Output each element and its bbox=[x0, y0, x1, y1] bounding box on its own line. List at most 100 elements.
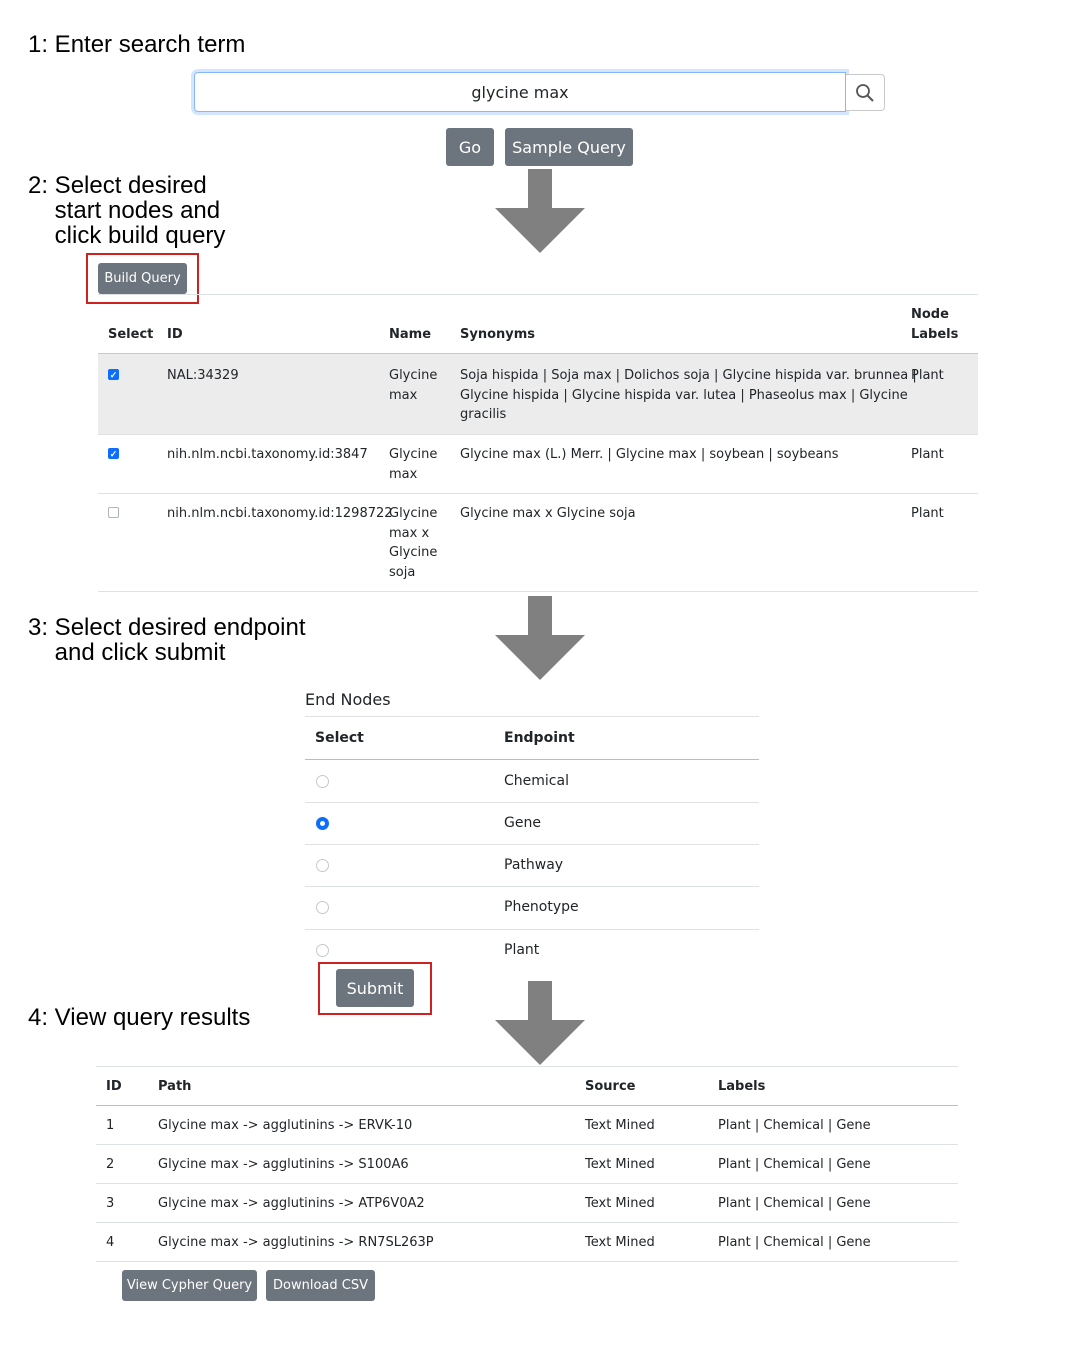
row-divider bbox=[305, 929, 759, 930]
result-path: Glycine max -> agglutinins -> ERVK-10 bbox=[158, 1118, 413, 1133]
results-header-divider bbox=[96, 1105, 958, 1106]
step-3-label: 3: Select desired endpoint and click sub… bbox=[28, 614, 306, 666]
row-name-line: Glycine bbox=[389, 506, 438, 521]
step-2-label: 2: Select desired start nodes and click … bbox=[28, 172, 226, 249]
row-name: Glycine max bbox=[389, 445, 437, 484]
col-header-node-labels-line2: Labels bbox=[911, 326, 959, 342]
row-checkbox[interactable] bbox=[108, 507, 119, 518]
result-id: 2 bbox=[106, 1157, 115, 1172]
row-name-line: max bbox=[389, 466, 418, 482]
go-button[interactable]: Go bbox=[446, 128, 494, 166]
row-divider bbox=[305, 844, 759, 845]
down-arrow-icon bbox=[495, 981, 585, 1065]
endpoint-radio-plant[interactable] bbox=[316, 944, 329, 957]
build-query-button[interactable]: Build Query bbox=[98, 263, 187, 294]
row-name-line: soja bbox=[389, 564, 416, 580]
row-label: Plant bbox=[911, 447, 944, 462]
col-header-id: ID bbox=[167, 327, 183, 342]
row-divider bbox=[98, 493, 978, 494]
results-header-source: Source bbox=[585, 1079, 636, 1094]
row-synonyms-line: gracilis bbox=[460, 407, 507, 422]
search-button[interactable] bbox=[846, 74, 885, 111]
col-header-node-labels: Node Labels bbox=[911, 305, 958, 344]
row-divider bbox=[96, 1261, 958, 1262]
result-path: Glycine max -> agglutinins -> S100A6 bbox=[158, 1157, 409, 1172]
end-nodes-title: End Nodes bbox=[305, 690, 391, 709]
endpoint-label: Gene bbox=[504, 815, 541, 831]
col-header-synonyms: Synonyms bbox=[460, 327, 536, 342]
result-id: 4 bbox=[106, 1235, 115, 1250]
results-header-labels: Labels bbox=[718, 1079, 766, 1094]
row-checkbox[interactable]: ✓ bbox=[108, 369, 119, 380]
table-top-border bbox=[98, 294, 978, 295]
col-header-select: Select bbox=[315, 730, 364, 746]
results-header-id: ID bbox=[106, 1079, 122, 1094]
results-top-border bbox=[96, 1066, 958, 1067]
search-input[interactable]: glycine max bbox=[194, 72, 846, 112]
row-name-line: Glycine bbox=[389, 447, 438, 462]
sample-query-button[interactable]: Sample Query bbox=[505, 128, 633, 166]
step-4-label: 4: View query results bbox=[28, 1004, 251, 1031]
results-header-path: Path bbox=[158, 1079, 192, 1094]
result-source: Text Mined bbox=[585, 1196, 655, 1211]
row-divider bbox=[98, 434, 978, 435]
col-header-select: Select bbox=[108, 327, 154, 342]
row-name-line: Glycine bbox=[389, 368, 438, 383]
result-labels: Plant | Chemical | Gene bbox=[718, 1196, 871, 1211]
row-divider bbox=[98, 591, 978, 592]
row-divider bbox=[96, 1222, 958, 1223]
col-header-node-labels-line1: Node bbox=[911, 307, 949, 322]
step-1-label: 1: Enter search term bbox=[28, 31, 246, 58]
end-nodes-header-divider bbox=[305, 759, 759, 760]
row-name: Glycine max x Glycine soja bbox=[389, 504, 437, 582]
row-synonyms-line: Glycine hispida | Glycine hispida var. l… bbox=[460, 387, 908, 403]
row-divider bbox=[96, 1183, 958, 1184]
endpoint-label: Phenotype bbox=[504, 899, 579, 915]
search-icon bbox=[856, 84, 874, 102]
row-id: nih.nlm.ncbi.taxonomy.id:3847 bbox=[167, 447, 368, 462]
submit-button[interactable]: Submit bbox=[336, 969, 414, 1007]
search-input-value: glycine max bbox=[471, 83, 569, 102]
row-synonyms: Glycine max (L.) Merr. | Glycine max | s… bbox=[460, 445, 839, 465]
result-path: Glycine max -> agglutinins -> ATP6V0A2 bbox=[158, 1196, 425, 1211]
result-id: 1 bbox=[106, 1118, 115, 1133]
row-synonyms-line: Glycine max x Glycine soja bbox=[460, 506, 636, 521]
row-synonyms: Glycine max x Glycine soja bbox=[460, 504, 636, 524]
result-source: Text Mined bbox=[585, 1235, 655, 1250]
col-header-endpoint: Endpoint bbox=[504, 730, 575, 746]
view-cypher-query-button[interactable]: View Cypher Query bbox=[122, 1270, 257, 1301]
endpoint-radio-pathway[interactable] bbox=[316, 859, 329, 872]
row-checkbox[interactable]: ✓ bbox=[108, 448, 119, 459]
row-name-line: max bbox=[389, 387, 418, 403]
down-arrow-icon bbox=[495, 596, 585, 680]
row-divider bbox=[305, 802, 759, 803]
result-labels: Plant | Chemical | Gene bbox=[718, 1118, 871, 1133]
row-label: Plant bbox=[911, 368, 944, 383]
down-arrow-icon bbox=[495, 169, 585, 253]
endpoint-label: Chemical bbox=[504, 773, 569, 789]
row-divider bbox=[96, 1144, 958, 1145]
endpoint-label: Pathway bbox=[504, 857, 564, 873]
row-synonyms: Soja hispida | Soja max | Dolichos soja … bbox=[460, 366, 917, 425]
end-nodes-divider bbox=[305, 716, 759, 717]
result-labels: Plant | Chemical | Gene bbox=[718, 1235, 871, 1250]
result-id: 3 bbox=[106, 1196, 115, 1211]
result-labels: Plant | Chemical | Gene bbox=[718, 1157, 871, 1172]
row-id: NAL:34329 bbox=[167, 368, 239, 383]
row-name: Glycine max bbox=[389, 366, 437, 405]
result-source: Text Mined bbox=[585, 1157, 655, 1172]
endpoint-label: Plant bbox=[504, 942, 540, 958]
row-name-line: max x bbox=[389, 525, 430, 541]
col-header-name: Name bbox=[389, 327, 432, 342]
row-label: Plant bbox=[911, 506, 944, 521]
row-name-line: Glycine bbox=[389, 545, 438, 560]
download-csv-button[interactable]: Download CSV bbox=[266, 1270, 375, 1301]
row-id: nih.nlm.ncbi.taxonomy.id:1298722 bbox=[167, 506, 393, 521]
endpoint-radio-gene[interactable] bbox=[316, 817, 329, 830]
row-synonyms-line: Soja hispida | Soja max | Dolichos soja … bbox=[460, 368, 917, 383]
result-source: Text Mined bbox=[585, 1118, 655, 1133]
endpoint-radio-chemical[interactable] bbox=[316, 775, 329, 788]
row-divider bbox=[305, 886, 759, 887]
result-path: Glycine max -> agglutinins -> RN7SL263P bbox=[158, 1235, 434, 1250]
endpoint-radio-phenotype[interactable] bbox=[316, 901, 329, 914]
